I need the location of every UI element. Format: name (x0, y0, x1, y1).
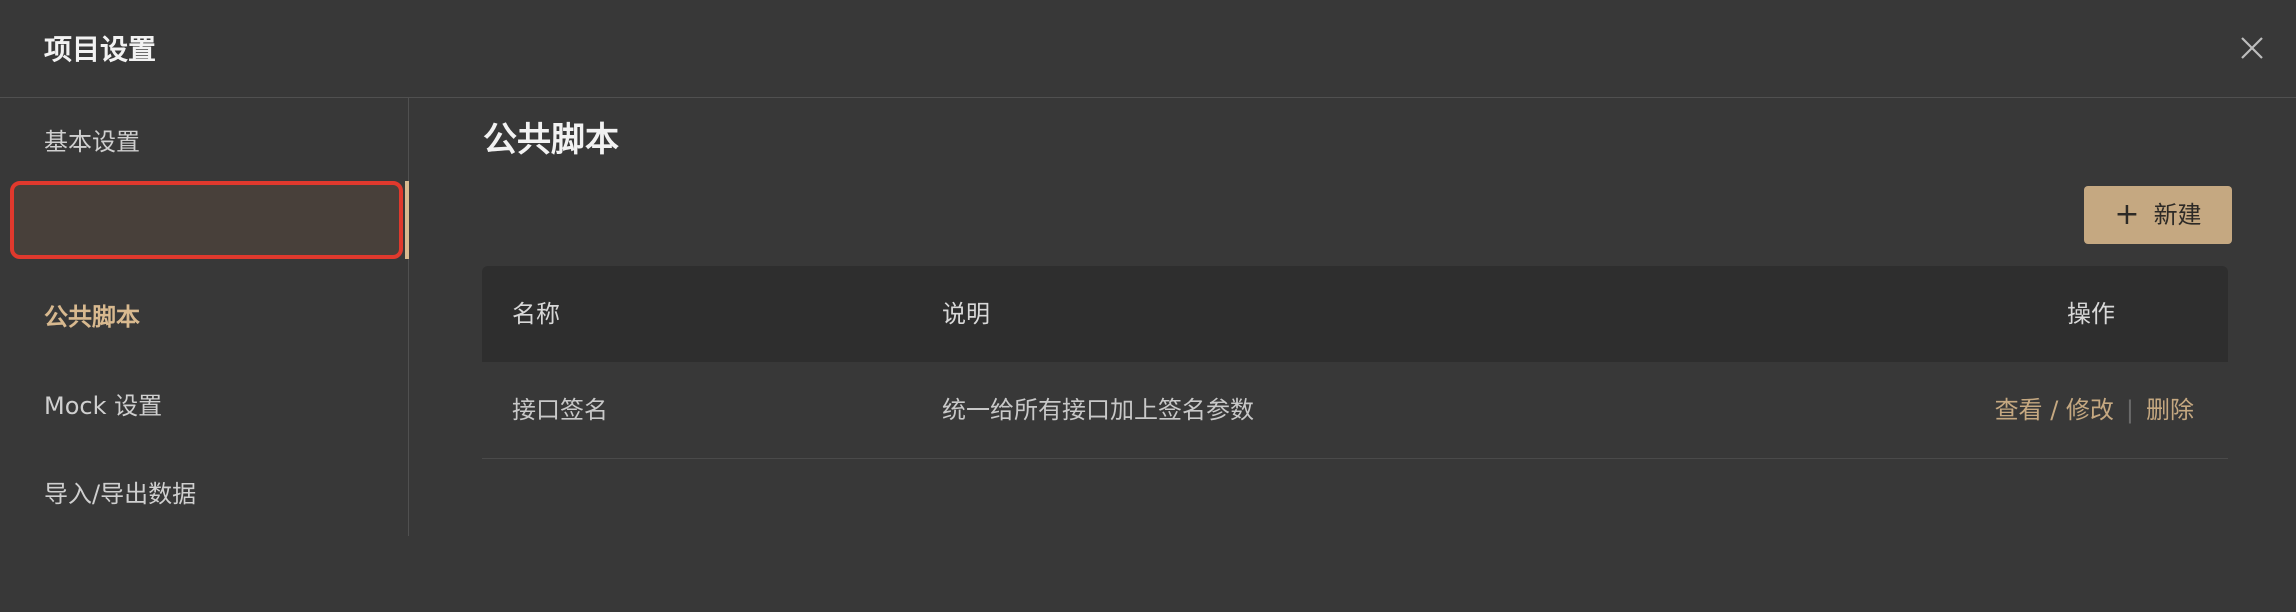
sidebar-item-basic-settings[interactable]: 基本设置 (0, 98, 408, 186)
sidebar-item-public-scripts[interactable]: 公共脚本 (0, 273, 408, 361)
active-item-indicator (405, 181, 409, 259)
row-actions: 查看 / 修改 | 删除 (1995, 362, 2194, 458)
view-edit-link[interactable]: 查看 / 修改 (1995, 396, 2114, 424)
sidebar-item-mock-settings[interactable]: Mock 设置 (0, 362, 408, 450)
new-script-button[interactable]: + 新建 (2084, 186, 2232, 244)
scripts-table: 名称 说明 操作 接口签名 统一给所有接口加上签名参数 查看 / 修改 | 删除 (482, 266, 2228, 459)
column-header-name: 名称 (512, 300, 560, 328)
close-icon[interactable] (2236, 32, 2268, 64)
modal-header: 项目设置 (0, 0, 2296, 98)
modal-title: 项目设置 (44, 33, 157, 66)
page-title: 公共脚本 (483, 120, 619, 160)
project-settings-modal: 项目设置 基本设置 公共 Response Mock 设置 导入/导出数据 公共… (0, 0, 2296, 612)
new-button-label: 新建 (2153, 201, 2202, 229)
plus-icon: + (2114, 197, 2140, 232)
active-item-highlight (10, 181, 403, 259)
delete-link[interactable]: 删除 (2146, 396, 2194, 424)
table-header: 名称 说明 操作 (482, 266, 2228, 362)
table-row: 接口签名 统一给所有接口加上签名参数 查看 / 修改 | 删除 (482, 362, 2228, 459)
column-header-description: 说明 (942, 300, 990, 328)
sidebar-item-import-export[interactable]: 导入/导出数据 (0, 450, 408, 538)
column-header-actions: 操作 (2067, 300, 2115, 328)
script-name: 接口签名 (512, 396, 608, 424)
script-description: 统一给所有接口加上签名参数 (942, 396, 1254, 424)
action-divider: | (2125, 396, 2134, 424)
